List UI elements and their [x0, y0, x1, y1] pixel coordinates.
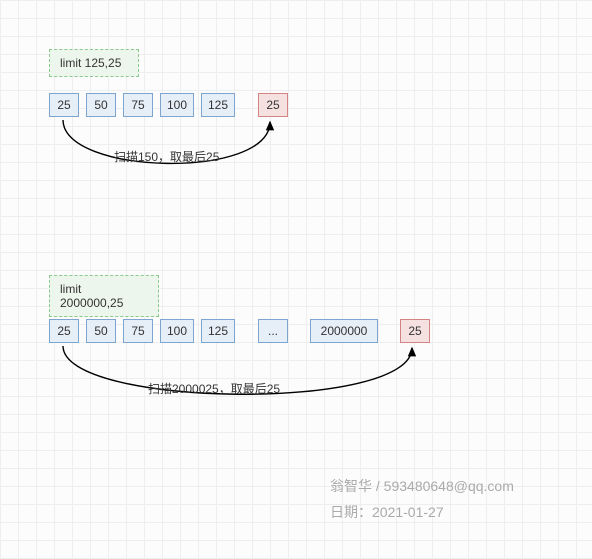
scan-box: 25 — [49, 319, 79, 343]
scan-box: 25 — [49, 93, 79, 117]
credit-date: 日期：2021-01-27 — [330, 502, 444, 522]
scan-box: 100 — [160, 93, 194, 117]
scan-box: 75 — [123, 319, 153, 343]
scan-box-ellipsis: ... — [258, 319, 288, 343]
scan-box: 125 — [201, 319, 235, 343]
scan-box: 2000000 — [310, 319, 378, 343]
scan-box: 50 — [86, 93, 116, 117]
scan-box: 50 — [86, 319, 116, 343]
limit-label-2: limit 2000000,25 — [49, 275, 159, 317]
arrow-1 — [0, 0, 592, 250]
caption-2: 扫描2000025，取最后25 — [148, 380, 280, 397]
caption-1: 扫描150，取最后25 — [114, 148, 219, 165]
limit-label-1: limit 125,25 — [49, 49, 139, 77]
credit-author: 翁智华 / 593480648@qq.com — [330, 476, 514, 496]
result-box-2: 25 — [400, 319, 430, 343]
scan-box: 75 — [123, 93, 153, 117]
result-box-1: 25 — [258, 93, 288, 117]
scan-box: 125 — [201, 93, 235, 117]
scan-box: 100 — [160, 319, 194, 343]
